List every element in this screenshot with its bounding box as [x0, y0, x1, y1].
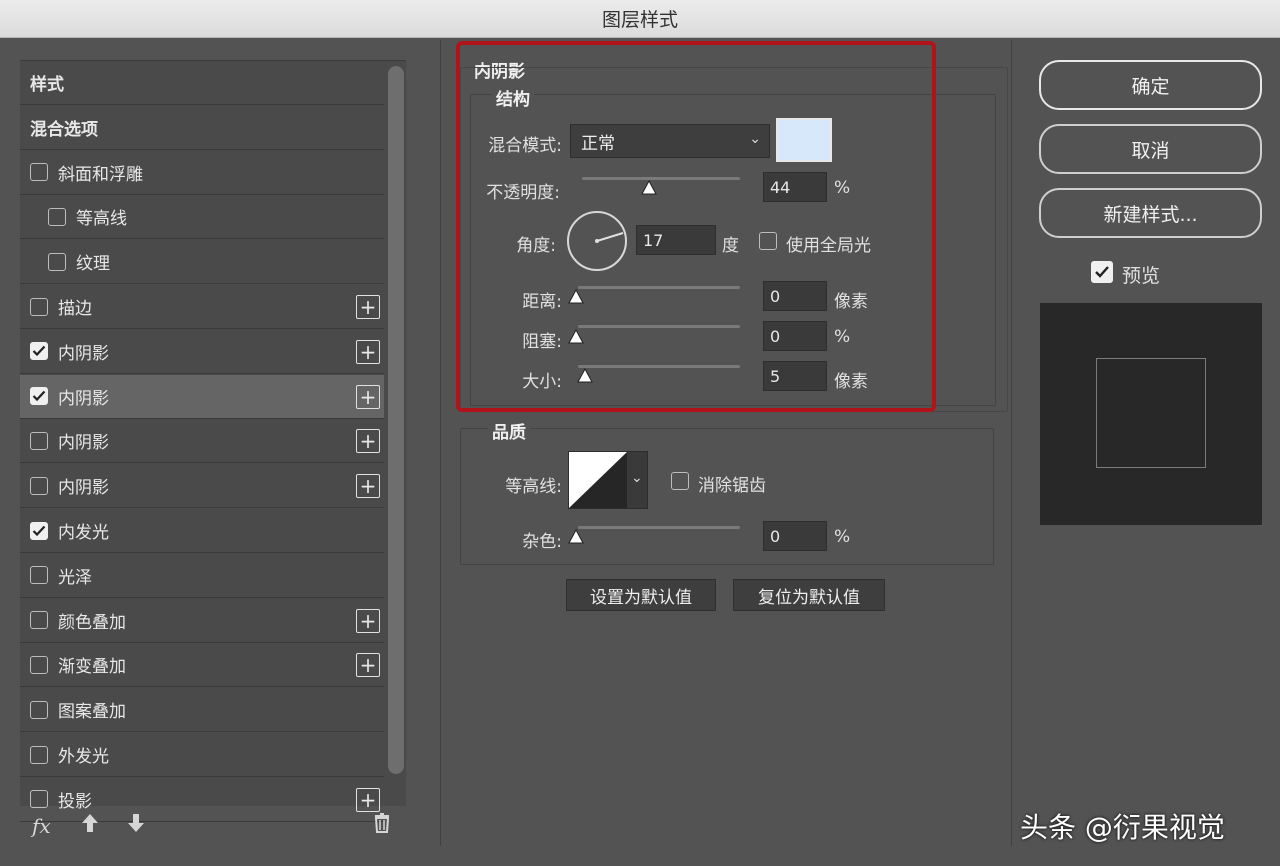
contour-picker[interactable]: ⌄ — [568, 451, 648, 509]
style-item-checkbox[interactable] — [30, 431, 48, 450]
arrow-down-icon[interactable] — [126, 812, 146, 839]
new-style-button[interactable]: 新建样式... — [1039, 188, 1262, 238]
style-item-checkbox[interactable] — [48, 252, 66, 271]
preview-checkbox[interactable] — [1091, 261, 1113, 283]
add-effect-icon[interactable]: + — [356, 474, 380, 499]
style-item[interactable]: 内发光 — [20, 509, 384, 553]
noise-slider-track[interactable] — [578, 526, 740, 529]
trash-icon[interactable] — [372, 812, 392, 839]
style-preview — [1040, 303, 1262, 525]
style-item-checkbox[interactable] — [30, 521, 48, 540]
add-effect-icon[interactable]: + — [356, 608, 380, 633]
checkmark-icon — [1095, 266, 1109, 278]
add-effect-icon[interactable]: + — [356, 339, 380, 364]
style-item-label: 渐变叠加 — [58, 657, 126, 678]
noise-unit: % — [834, 527, 851, 547]
noise-input[interactable]: 0 — [763, 521, 827, 551]
style-item[interactable]: 混合选项 — [20, 106, 384, 150]
style-item[interactable]: 内阴影 + — [20, 464, 384, 509]
style-item-checkbox[interactable] — [30, 387, 48, 406]
add-effect-icon[interactable]: + — [356, 384, 380, 409]
style-item[interactable]: 外发光 — [20, 733, 384, 777]
window-title: 图层样式 — [601, 9, 678, 31]
highlight-frame — [456, 41, 936, 412]
style-item-checkbox[interactable] — [30, 342, 48, 361]
add-effect-icon[interactable]: + — [356, 653, 380, 678]
style-item[interactable]: 内阴影 + — [20, 374, 384, 419]
quality-title: 品质 — [488, 418, 530, 443]
style-item-label: 颜色叠加 — [58, 612, 126, 633]
reset-default-button[interactable]: 复位为默认值 — [733, 579, 885, 611]
style-item-label: 光泽 — [58, 567, 92, 588]
style-item-label: 外发光 — [58, 747, 109, 767]
style-item-label: 内阴影 — [58, 478, 109, 499]
style-item-label: 内发光 — [58, 523, 109, 543]
noise-label: 杂色: — [522, 532, 562, 552]
checkmark-icon — [32, 346, 46, 357]
style-item[interactable]: 内阴影 + — [20, 330, 384, 374]
style-item-label: 描边 — [58, 299, 92, 319]
style-item[interactable]: 光泽 — [20, 554, 384, 598]
watermark: 头条 @衍果视觉 — [1020, 811, 1225, 844]
style-item-checkbox[interactable] — [30, 611, 48, 630]
styles-list-toolbar: fx — [20, 806, 406, 846]
checkmark-icon — [32, 390, 46, 402]
style-item[interactable]: 斜面和浮雕 — [20, 151, 384, 195]
add-effect-icon[interactable]: + — [356, 429, 380, 454]
style-item-checkbox[interactable] — [30, 655, 48, 674]
style-item[interactable]: 纹理 — [20, 240, 384, 285]
style-item-checkbox[interactable] — [30, 566, 48, 585]
fx-button[interactable]: fx — [32, 814, 51, 838]
contour-label: 等高线: — [505, 477, 562, 497]
style-item-label: 混合选项 — [30, 119, 98, 140]
preview-label: 预览 — [1122, 265, 1161, 287]
title-bar: 图层样式 — [0, 0, 1280, 38]
style-item-label: 内阴影 — [58, 343, 109, 364]
anti-alias-checkbox[interactable] — [671, 472, 689, 490]
style-item[interactable]: 渐变叠加 + — [20, 643, 384, 688]
style-item-label: 内阴影 — [58, 433, 109, 454]
style-item-label: 斜面和浮雕 — [58, 164, 143, 185]
cancel-button[interactable]: 取消 — [1039, 124, 1262, 174]
style-item-label: 等高线 — [76, 209, 127, 230]
style-item-label: 样式 — [30, 75, 64, 95]
style-item-label: 图案叠加 — [58, 702, 126, 723]
style-item[interactable]: 等高线 — [20, 195, 384, 240]
ok-button[interactable]: 确定 — [1039, 60, 1262, 110]
styles-list-scrollbar[interactable] — [388, 66, 404, 774]
contour-curve-icon — [569, 452, 627, 508]
style-item-checkbox[interactable] — [30, 745, 48, 764]
chevron-down-icon: ⌄ — [631, 470, 643, 486]
style-item[interactable]: 颜色叠加 + — [20, 599, 384, 643]
arrow-up-icon[interactable] — [80, 812, 100, 839]
style-item[interactable]: 描边 + — [20, 285, 384, 329]
style-item-checkbox[interactable] — [30, 700, 48, 719]
styles-list-panel: 样式混合选项斜面和浮雕等高线纹理描边 + 内阴影 + 内阴影 + 内阴影 + 内阴影 + 内发光光泽… — [20, 60, 406, 822]
style-item-checkbox[interactable] — [30, 476, 48, 495]
style-item-label: 纹理 — [76, 254, 110, 275]
style-item-checkbox[interactable] — [30, 163, 48, 182]
style-item-checkbox[interactable] — [48, 207, 66, 226]
noise-slider-thumb[interactable] — [567, 529, 585, 545]
preview-sample — [1096, 358, 1206, 468]
checkmark-icon — [32, 525, 46, 536]
add-effect-icon[interactable]: + — [356, 295, 380, 319]
style-item[interactable]: 内阴影 + — [20, 419, 384, 464]
style-item[interactable]: 样式 — [20, 61, 384, 105]
style-item-checkbox[interactable] — [30, 297, 48, 316]
anti-alias-label: 消除锯齿 — [698, 476, 766, 496]
style-item-label: 内阴影 — [58, 388, 109, 409]
set-default-button[interactable]: 设置为默认值 — [566, 579, 716, 611]
style-item[interactable]: 图案叠加 — [20, 688, 384, 733]
